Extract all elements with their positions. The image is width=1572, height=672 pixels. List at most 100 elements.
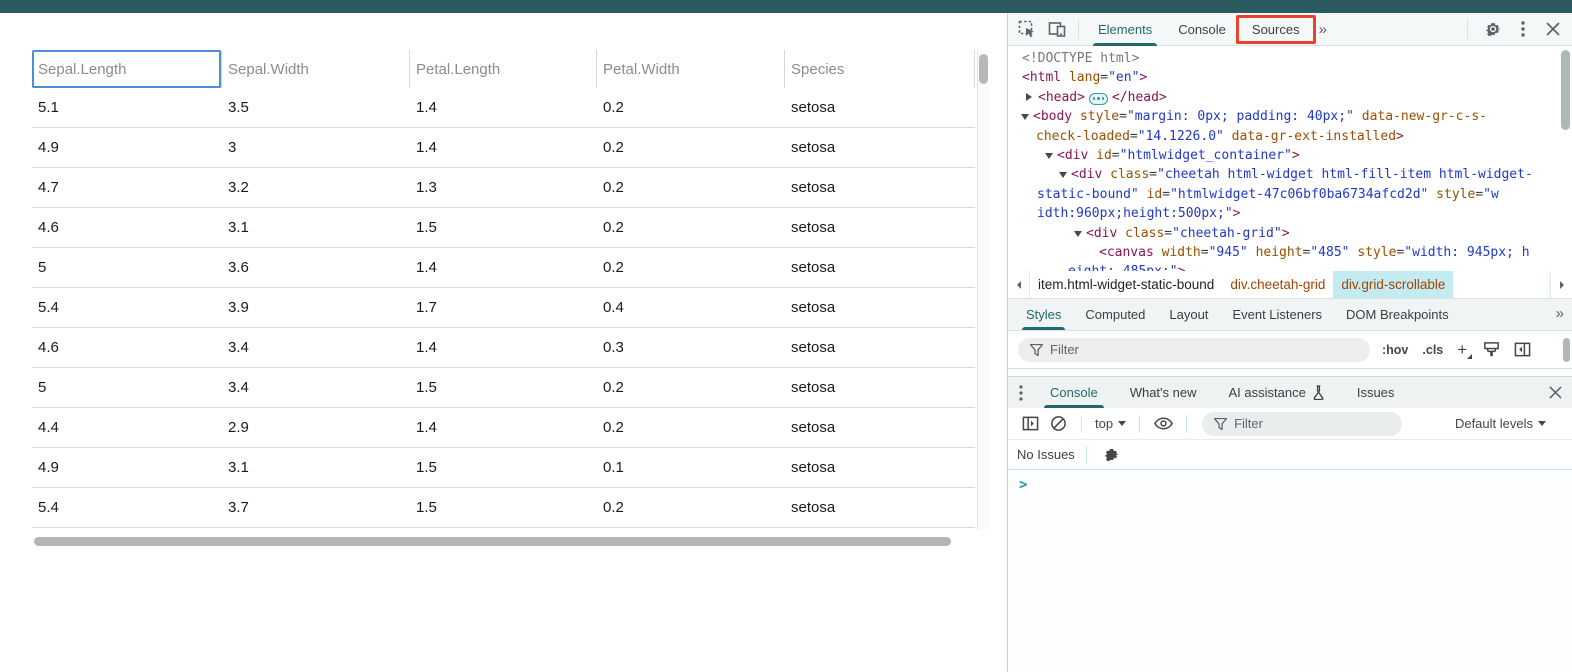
table-cell[interactable]: 1.7 — [410, 288, 597, 327]
table-cell[interactable]: 3.1 — [222, 448, 410, 487]
table-cell[interactable]: 4.6 — [32, 328, 222, 367]
drawer-tab-ai-assistance[interactable]: AI assistance — [1213, 377, 1341, 408]
more-styles-tabs-icon[interactable]: » — [1546, 299, 1572, 330]
close-devtools-icon[interactable] — [1542, 18, 1564, 40]
table-cell[interactable]: 1.5 — [410, 208, 597, 247]
new-style-rule-button[interactable]: + — [1457, 340, 1467, 360]
styles-scrollbar-thumb[interactable] — [1563, 338, 1570, 362]
settings-gear-icon[interactable] — [1482, 18, 1504, 40]
table-cell[interactable]: setosa — [785, 328, 975, 367]
table-cell[interactable]: 3.1 — [222, 208, 410, 247]
console-filter-input[interactable]: Filter — [1202, 412, 1402, 436]
table-cell[interactable]: 0.1 — [597, 448, 785, 487]
table-cell[interactable]: 3.9 — [222, 288, 410, 327]
tab-layout[interactable]: Layout — [1157, 299, 1220, 330]
table-cell[interactable]: 1.4 — [410, 248, 597, 287]
grid-horizontal-scrollbar-thumb[interactable] — [34, 537, 951, 546]
toggle-sidebar-panel-icon[interactable] — [1514, 341, 1531, 358]
expand-arrow-down-icon[interactable] — [1045, 153, 1053, 159]
breadcrumb-item[interactable]: item.html-widget-static-bound — [1030, 271, 1222, 298]
grid-vertical-scrollbar-thumb[interactable] — [979, 54, 988, 84]
expand-arrow-down-icon[interactable] — [1021, 114, 1029, 120]
expand-arrow-right-icon[interactable] — [1026, 93, 1032, 101]
table-cell[interactable]: 0.3 — [597, 328, 785, 367]
table-cell[interactable]: 0.2 — [597, 248, 785, 287]
tab-dom-breakpoints[interactable]: DOM Breakpoints — [1334, 299, 1461, 330]
code-line[interactable]: <div class="cheetah html-widget html-fil… — [1008, 165, 1572, 184]
table-cell[interactable]: setosa — [785, 168, 975, 207]
console-prompt[interactable]: > — [1008, 470, 1572, 672]
table-cell[interactable]: 4.6 — [32, 208, 222, 247]
table-cell[interactable]: 3 — [222, 128, 410, 167]
code-line[interactable]: <div class="cheetah-grid"> — [1008, 224, 1572, 243]
code-line[interactable]: check-loaded="14.1226.0" data-gr-ext-ins… — [1008, 127, 1572, 146]
cls-toggle-button[interactable]: .cls — [1422, 343, 1443, 357]
tab-styles[interactable]: Styles — [1014, 299, 1073, 330]
collapsed-content-badge[interactable] — [1089, 93, 1108, 105]
tab-sources[interactable]: Sources — [1239, 13, 1313, 46]
table-cell[interactable]: setosa — [785, 248, 975, 287]
table-cell[interactable]: 0.2 — [597, 208, 785, 247]
tab-console[interactable]: Console — [1165, 13, 1239, 46]
table-cell[interactable]: 0.2 — [597, 128, 785, 167]
table-cell[interactable]: 0.2 — [597, 88, 785, 127]
code-line[interactable]: <!DOCTYPE html> — [1008, 49, 1572, 68]
table-cell[interactable]: 0.2 — [597, 368, 785, 407]
close-drawer-icon[interactable] — [1538, 377, 1572, 408]
code-line[interactable]: <body style="margin: 0px; padding: 40px;… — [1008, 107, 1572, 126]
table-cell[interactable]: 0.2 — [597, 168, 785, 207]
table-cell[interactable]: 1.5 — [410, 368, 597, 407]
code-line[interactable]: <canvas width="945" height="485" style="… — [1008, 243, 1572, 262]
code-line[interactable]: idth:960px;height:500px;"> — [1008, 204, 1572, 223]
table-cell[interactable]: 1.3 — [410, 168, 597, 207]
column-header-sepal-width[interactable]: Sepal.Width — [222, 50, 410, 88]
console-settings-gear-icon[interactable] — [1102, 445, 1122, 465]
table-cell[interactable]: 4.9 — [32, 448, 222, 487]
table-cell[interactable]: setosa — [785, 88, 975, 127]
table-cell[interactable]: setosa — [785, 408, 975, 447]
inspect-element-icon[interactable] — [1016, 18, 1038, 40]
expand-arrow-down-icon[interactable] — [1059, 172, 1067, 178]
breadcrumb-scroll-left-icon[interactable] — [1008, 271, 1030, 298]
table-cell[interactable]: 4.4 — [32, 408, 222, 447]
column-header-petal-width[interactable]: Petal.Width — [597, 50, 785, 88]
table-cell[interactable]: setosa — [785, 128, 975, 167]
table-cell[interactable]: 1.4 — [410, 128, 597, 167]
code-line[interactable]: <head></head> — [1008, 88, 1572, 107]
device-toolbar-toggle-icon[interactable] — [1046, 18, 1068, 40]
table-cell[interactable]: 1.5 — [410, 448, 597, 487]
table-cell[interactable]: 5 — [32, 248, 222, 287]
clear-console-icon[interactable] — [1048, 414, 1068, 434]
table-cell[interactable]: 3.6 — [222, 248, 410, 287]
drawer-menu-kebab-icon[interactable] — [1008, 377, 1034, 408]
more-tabs-icon[interactable]: » — [1313, 21, 1331, 38]
tab-event-listeners[interactable]: Event Listeners — [1220, 299, 1334, 330]
expand-arrow-down-icon[interactable] — [1074, 231, 1082, 237]
table-cell[interactable]: setosa — [785, 208, 975, 247]
tab-computed[interactable]: Computed — [1073, 299, 1157, 330]
table-cell[interactable]: setosa — [785, 288, 975, 327]
table-cell[interactable]: setosa — [785, 488, 975, 527]
table-cell[interactable]: 1.5 — [410, 488, 597, 527]
breadcrumb-item[interactable]: div.grid-scrollable — [1333, 271, 1453, 298]
table-cell[interactable]: 3.7 — [222, 488, 410, 527]
styles-filter-input[interactable]: Filter — [1018, 338, 1370, 362]
grid-horizontal-scrollbar[interactable] — [32, 535, 975, 547]
table-cell[interactable]: 5.1 — [32, 88, 222, 127]
table-cell[interactable]: 1.4 — [410, 408, 597, 447]
table-cell[interactable]: setosa — [785, 448, 975, 487]
code-line[interactable]: static-bound" id="htmlwidget-47c06bf0ba6… — [1008, 185, 1572, 204]
breadcrumb-item[interactable]: div.cheetah-grid — [1222, 271, 1333, 298]
live-expression-eye-icon[interactable] — [1153, 414, 1173, 434]
rendering-brush-icon[interactable] — [1483, 341, 1500, 358]
execution-context-dropdown[interactable]: top — [1091, 416, 1130, 431]
table-cell[interactable]: 5 — [32, 368, 222, 407]
table-cell[interactable]: 3.2 — [222, 168, 410, 207]
code-line[interactable]: eight: 485px;"> — [1008, 262, 1572, 271]
hov-toggle-button[interactable]: :hov — [1382, 343, 1408, 357]
show-console-sidebar-icon[interactable] — [1020, 414, 1040, 434]
drawer-tab-issues[interactable]: Issues — [1341, 377, 1411, 408]
column-header-sepal-length[interactable]: Sepal.Length — [32, 50, 222, 88]
table-cell[interactable]: 0.2 — [597, 488, 785, 527]
tab-elements[interactable]: Elements — [1085, 13, 1165, 46]
